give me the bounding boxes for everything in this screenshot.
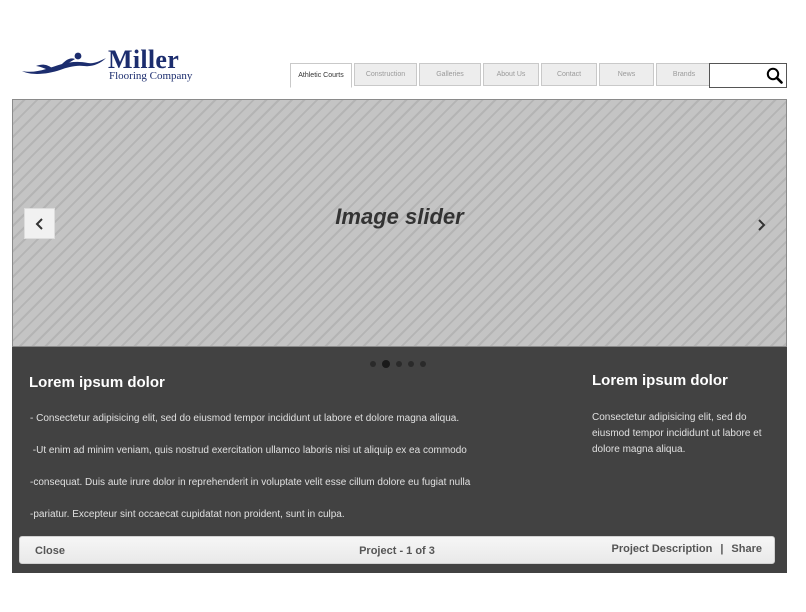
tab-construction[interactable]: Construction (354, 63, 417, 86)
tab-contact[interactable]: Contact (541, 63, 597, 86)
pagination-dot[interactable] (420, 361, 426, 367)
tab-news[interactable]: News (599, 63, 654, 86)
project-details-panel: Lorem ipsum dolor - Consectetur adipisic… (12, 347, 787, 573)
chevron-right-icon (758, 219, 766, 231)
tab-brands[interactable]: Brands (656, 63, 712, 86)
tab-athletic-courts[interactable]: Athletic Courts (290, 63, 352, 88)
chevron-left-icon (35, 217, 43, 230)
project-description-link[interactable]: Project Description (611, 543, 712, 555)
image-slider[interactable]: Image slider (12, 99, 787, 347)
pagination-dot[interactable] (408, 361, 414, 367)
details-heading: Lorem ipsum dolor (29, 374, 165, 391)
details-paragraph: -consequat. Duis aute irure dolor in rep… (30, 477, 471, 488)
tab-galleries[interactable]: Galleries (419, 63, 481, 86)
brand-subtitle: Flooring Company (109, 70, 193, 82)
project-footer-bar: Close Project - 1 of 3 Project Descripti… (19, 536, 775, 564)
slider-next-button[interactable] (754, 216, 768, 234)
details-paragraph: -pariatur. Excepteur sint occaecat cupid… (30, 509, 345, 520)
pagination-dot[interactable] (396, 361, 402, 367)
pagination-dot-active[interactable] (382, 360, 390, 368)
runner-logo-icon (22, 52, 106, 74)
search-icon[interactable] (766, 67, 783, 84)
pagination-dot[interactable] (370, 361, 376, 367)
footer-separator: | (720, 543, 724, 555)
details-paragraph: -Ut enim ad minim veniam, quis nostrud e… (30, 445, 467, 456)
sidebar-heading: Lorem ipsum dolor (592, 372, 728, 389)
footer-actions: Project Description | Share (611, 543, 762, 555)
main-nav: Athletic Courts Construction Galleries A… (290, 63, 714, 88)
details-paragraph: - Consectetur adipisicing elit, sed do e… (30, 413, 460, 424)
sidebar-text: Consectetur adipisicing elit, sed do eiu… (592, 412, 762, 455)
slider-prev-button[interactable] (24, 208, 55, 239)
slider-title: Image slider (335, 204, 464, 229)
slider-pagination (370, 360, 432, 368)
share-link[interactable]: Share (731, 543, 762, 555)
logo[interactable]: Miller Flooring Company (22, 45, 202, 86)
search-input[interactable] (709, 63, 787, 88)
tab-about-us[interactable]: About Us (483, 63, 539, 86)
